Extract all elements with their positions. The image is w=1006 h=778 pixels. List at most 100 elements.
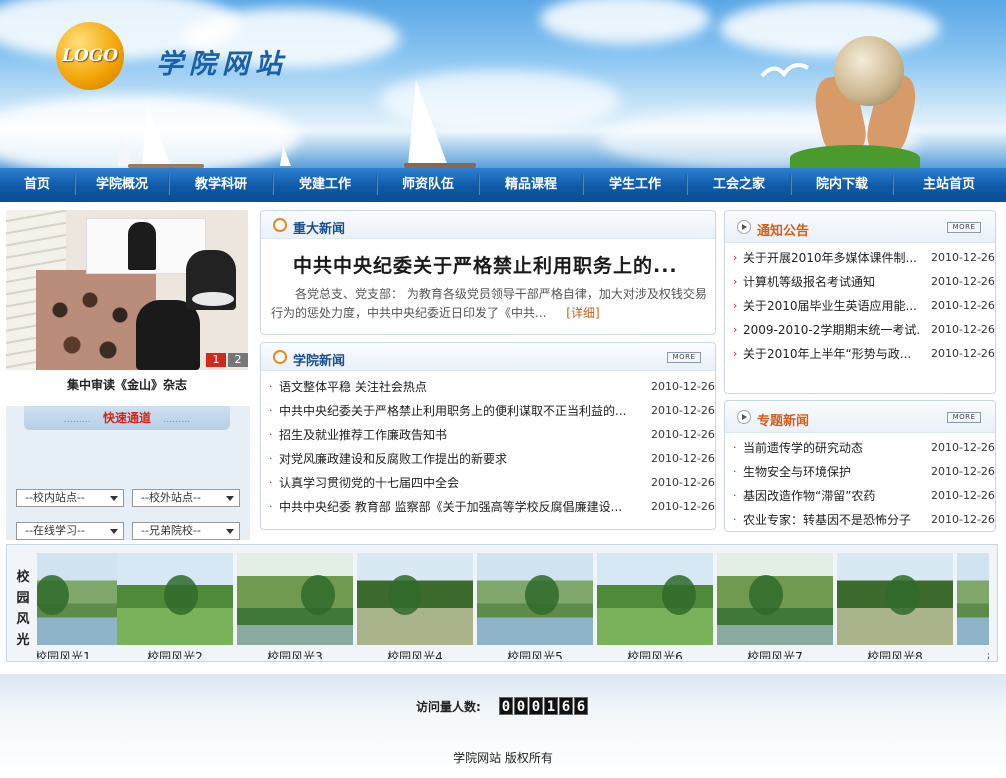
online-learning-select[interactable]: --在线学习--	[16, 522, 124, 540]
topics-item-title[interactable]: 生物安全与环境保护	[743, 460, 919, 484]
nav-item-2[interactable]: 学院概况	[76, 168, 168, 202]
decorative-dots: ………	[63, 415, 91, 425]
college_news-item-title[interactable]: 中共中央纪委 教育部 监察部《关于加强高等学校反腐倡廉建设...	[279, 495, 639, 519]
tree-decoration	[164, 575, 198, 615]
arrow-circle-icon	[737, 410, 751, 424]
notices-item-title[interactable]: 2009-2010-2学期期末统一考试...	[743, 318, 919, 342]
slide-page-1[interactable]: 1	[206, 353, 226, 367]
topics-item-title[interactable]: 当前遗传学的研究动态	[743, 436, 919, 460]
gallery-photo-caption[interactable]: 校园风光7	[717, 648, 833, 659]
campus-sites-select[interactable]: --校内站点--	[16, 489, 124, 507]
copyright-text: 学院网站 版权所有	[453, 751, 553, 765]
gallery-photo[interactable]	[477, 553, 593, 645]
headline-title[interactable]: 中共中央纪委关于严格禁止利用职务上的...	[293, 251, 678, 278]
topics-item-title[interactable]: 农业专家：转基因不是恐怖分子	[743, 508, 919, 532]
gallery-photo-caption[interactable]: 校园风光4	[357, 648, 473, 659]
college-news-title: 学院新闻	[293, 354, 346, 369]
notices-item-date: 2010-12-26	[931, 323, 995, 336]
college_news-item-title[interactable]: 对党风廉政建设和反腐败工作提出的新要求	[279, 447, 639, 471]
college_news-item-title[interactable]: 中共中央纪委关于严格禁止利用职务上的便利谋取不正当利益的...	[279, 399, 639, 423]
gallery-photo[interactable]	[837, 553, 953, 645]
gallery-photo[interactable]	[37, 553, 121, 645]
college_news-row[interactable]: · 认真学习贯彻党的十七届四中全会 2010-12-26	[261, 471, 715, 495]
topics-more-button[interactable]: MORE	[947, 412, 981, 423]
college_news-item-title[interactable]: 招生及就业推荐工作廉政告知书	[279, 423, 639, 447]
college-news-more-button[interactable]: MORE	[667, 352, 701, 363]
headline-detail-link[interactable]: [详细]	[566, 306, 599, 320]
nav-item-7[interactable]: 学生工作	[584, 168, 686, 202]
nav-item-3[interactable]: 教学科研	[170, 168, 272, 202]
notices-item-title[interactable]: 关于2010届毕业生英语应用能...	[743, 294, 919, 318]
college_news-row[interactable]: · 语文整体平稳 关注社会热点 2010-12-26	[261, 375, 715, 399]
notices-title: 通知公告	[757, 224, 810, 239]
gallery-photo-caption[interactable]: 校园风光5	[477, 648, 593, 659]
gallery-photo-caption[interactable]: 校园风光8	[837, 648, 953, 659]
topics-row[interactable]: · 农业专家：转基因不是恐怖分子 2010-12-26	[725, 508, 995, 532]
notices-row[interactable]: › 关于2010届毕业生英语应用能... 2010-12-26	[725, 294, 995, 318]
headline-panel-header: 重大新闻	[261, 211, 715, 239]
counter-digit: 6	[559, 697, 573, 715]
logo[interactable]: LOGO	[56, 22, 124, 90]
notices-item-title[interactable]: 计算机等级报名考试通知	[743, 270, 919, 294]
notices-row[interactable]: › 2009-2010-2学期期末统一考试... 2010-12-26	[725, 318, 995, 342]
gallery-photo-caption[interactable]: 校园风光9	[957, 648, 989, 659]
college_news-row[interactable]: · 中共中央纪委关于严格禁止利用职务上的便利谋取不正当利益的... 2010-12-…	[261, 399, 715, 423]
topics-row[interactable]: · 基因改造作物“滞留”农药 2010-12-26	[725, 484, 995, 508]
bullet-icon: ·	[733, 489, 737, 502]
bullet-icon: ·	[733, 441, 737, 454]
bullet-icon: ›	[733, 347, 738, 360]
bullet-icon: ·	[269, 404, 273, 417]
notices-item-title[interactable]: 关于开展2010年多媒体课件制...	[743, 246, 919, 270]
topics-row[interactable]: · 当前遗传学的研究动态 2010-12-26	[725, 436, 995, 460]
tree-decoration	[525, 575, 559, 615]
topics-item-date: 2010-12-26	[931, 513, 995, 526]
college_news-item-title[interactable]: 语文整体平稳 关注社会热点	[279, 375, 639, 399]
gallery-photo[interactable]	[597, 553, 713, 645]
gallery-photo-caption[interactable]: 校园风光6	[597, 648, 713, 659]
sister-schools-select[interactable]: --兄弟院校--	[132, 522, 240, 540]
nav-item-6[interactable]: 精品课程	[480, 168, 582, 202]
tree-decoration	[886, 575, 920, 615]
college_news-row[interactable]: · 中共中央纪委 教育部 监察部《关于加强高等学校反腐倡廉建设... 2010-12…	[261, 495, 715, 519]
gallery-photo-caption[interactable]: 校园风光1	[37, 648, 121, 659]
gallery-photo[interactable]	[237, 553, 353, 645]
topics-item-title[interactable]: 基因改造作物“滞留”农药	[743, 484, 919, 508]
gallery-photo[interactable]	[957, 553, 989, 645]
counter-digit: 0	[514, 697, 528, 715]
slideshow-caption[interactable]: 集中审读《金山》杂志	[6, 376, 248, 393]
nav-item-10[interactable]: 主站首页	[894, 168, 1004, 202]
gallery-photo-caption[interactable]: 校园风光2	[117, 648, 233, 659]
gallery-photo-caption[interactable]: 校园风光3	[237, 648, 353, 659]
college_news-item-title[interactable]: 认真学习贯彻党的十七届四中全会	[279, 471, 639, 495]
notices-more-button[interactable]: MORE	[947, 222, 981, 233]
gallery-label-char: 风	[16, 612, 30, 627]
slide-page-2[interactable]: 2	[228, 353, 248, 367]
tree-decoration	[37, 575, 69, 615]
notices-row[interactable]: › 关于2010年上半年“形势与政... 2010-12-26	[725, 342, 995, 366]
bullet-icon: ›	[733, 251, 738, 264]
globe-image	[834, 36, 904, 106]
notices-row[interactable]: › 计算机等级报名考试通知 2010-12-26	[725, 270, 995, 294]
college_news-row[interactable]: · 对党风廉政建设和反腐败工作提出的新要求 2010-12-26	[261, 447, 715, 471]
notices-row[interactable]: › 关于开展2010年多媒体课件制... 2010-12-26	[725, 246, 995, 270]
gallery-photo[interactable]	[357, 553, 473, 645]
site-title: 学院网站	[156, 49, 288, 80]
topics-row[interactable]: · 生物安全与环境保护 2010-12-26	[725, 460, 995, 484]
slideshow-image[interactable]: 1 2	[6, 210, 248, 370]
notices-item-title[interactable]: 关于2010年上半年“形势与政...	[743, 342, 919, 366]
nav-item-9[interactable]: 院内下载	[792, 168, 892, 202]
circle-bullet-icon	[273, 218, 287, 232]
nav-item-5[interactable]: 师资队伍	[378, 168, 478, 202]
nav-item-1[interactable]: 首页	[0, 168, 74, 202]
college_news-row[interactable]: · 招生及就业推荐工作廉政告知书 2010-12-26	[261, 423, 715, 447]
gallery-photo[interactable]	[717, 553, 833, 645]
counter-digit: 0	[529, 697, 543, 715]
nav-item-8[interactable]: 工会之家	[688, 168, 790, 202]
nav-item-4[interactable]: 党建工作	[274, 168, 376, 202]
bullet-icon: ·	[269, 428, 273, 441]
gallery-photo[interactable]	[117, 553, 233, 645]
external-sites-select[interactable]: --校外站点--	[132, 489, 240, 507]
bullet-icon: ·	[733, 465, 737, 478]
college_news-item-date: 2010-12-26	[651, 380, 715, 393]
college-news-panel: 学院新闻 MORE · 语文整体平稳 关注社会热点 2010-12-26 · 中共中央纪…	[260, 342, 716, 530]
